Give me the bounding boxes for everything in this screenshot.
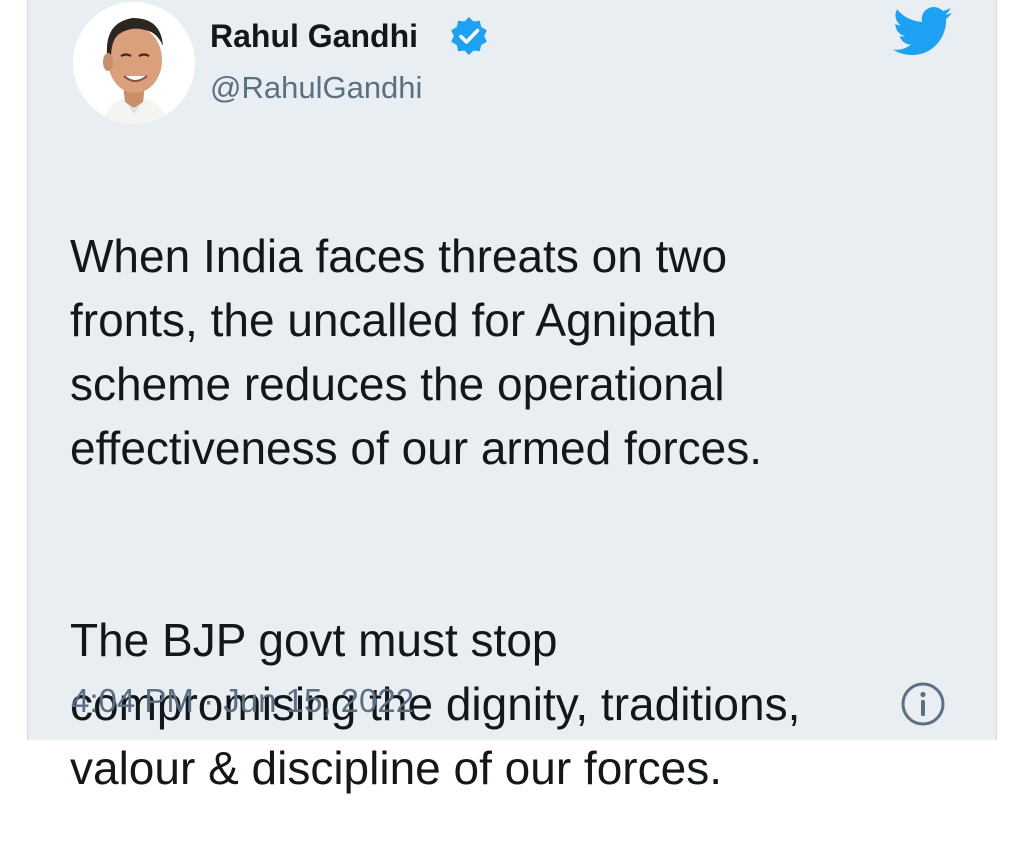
screenshot-frame: Rahul Gandhi @RahulGandhi When India fac… [0, 0, 1024, 794]
tweet-date: Jun 15, 2022 [223, 682, 415, 719]
tweet-timestamp[interactable]: 4:04 PM · Jun 15, 2022 [71, 680, 414, 722]
info-icon[interactable] [900, 681, 946, 727]
author-handle[interactable]: @RahulGandhi [210, 68, 422, 108]
twitter-bird-icon[interactable] [893, 6, 953, 58]
tweet-time: 4:04 PM [71, 682, 194, 719]
tweet-text: When India faces threats on two fronts, … [70, 160, 950, 864]
avatar-portrait [73, 2, 195, 124]
avatar[interactable] [73, 2, 195, 124]
tweet-paragraph: When India faces threats on two fronts, … [70, 230, 763, 474]
timestamp-separator: · [193, 682, 224, 719]
author-display-name[interactable]: Rahul Gandhi [210, 16, 418, 56]
verified-badge-icon [451, 17, 487, 55]
